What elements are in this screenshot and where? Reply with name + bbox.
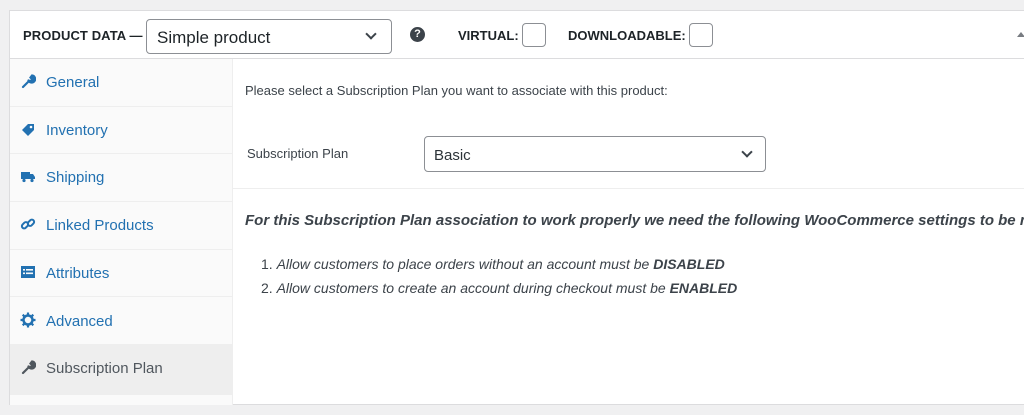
help-icon[interactable]: ?: [410, 27, 425, 42]
subscription-plan-value: Basic: [434, 147, 471, 164]
tab-label: General: [46, 74, 100, 91]
wrench-icon: [21, 74, 36, 89]
link-icon: [20, 218, 36, 230]
tab-label: Linked Products: [46, 217, 154, 235]
virtual-checkbox[interactable]: [522, 23, 546, 47]
tab-label: Inventory: [46, 121, 108, 139]
settings-note: For this Subscription Plan association t…: [245, 212, 1024, 229]
requirement-emphasis: ENABLED: [669, 280, 738, 296]
list-icon: [21, 265, 35, 278]
intro-text: Please select a Subscription Plan you wa…: [245, 83, 668, 98]
tab-inventory[interactable]: Inventory: [10, 107, 232, 155]
product-data-header: PRODUCT DATA — Simple product ? VIRTUAL:…: [10, 11, 1024, 59]
subscription-plan-label: Subscription Plan: [247, 146, 349, 161]
list-item: 2. Allow customers to create an account …: [261, 280, 737, 304]
tab-label: Attributes: [46, 264, 110, 282]
requirement-text: Allow customers to place orders without …: [276, 256, 654, 272]
chevron-down-icon: [365, 28, 377, 40]
tab-attributes[interactable]: Attributes: [10, 250, 232, 298]
list-item: 1. Allow customers to place orders witho…: [261, 256, 737, 280]
requirement-emphasis: DISABLED: [653, 256, 725, 272]
list-number: 2.: [261, 280, 273, 296]
list-number: 1.: [261, 256, 273, 272]
requirements-list: 1. Allow customers to place orders witho…: [261, 256, 737, 304]
tab-general[interactable]: General: [10, 59, 232, 107]
tab-label: Shipping: [46, 169, 105, 187]
chevron-down-icon: [741, 146, 753, 158]
tag-icon: [22, 123, 34, 136]
tab-label: Advanced: [46, 312, 113, 330]
product-data-tabs: General Inventory Shipping Linked Produc…: [10, 59, 233, 405]
downloadable-checkbox[interactable]: [689, 23, 713, 47]
product-data-label: PRODUCT DATA —: [23, 28, 143, 43]
tab-subscription-plan[interactable]: Subscription Plan: [10, 345, 232, 396]
product-type-value: Simple product: [157, 28, 271, 47]
collapse-arrow-icon[interactable]: [1017, 32, 1024, 37]
product-type-select[interactable]: Simple product: [146, 19, 392, 54]
tab-advanced[interactable]: Advanced: [10, 298, 232, 346]
requirement-text: Allow customers to create an account dur…: [276, 280, 670, 296]
divider: [233, 188, 1024, 189]
tab-linked-products[interactable]: Linked Products: [10, 202, 232, 250]
product-data-panel: PRODUCT DATA — Simple product ? VIRTUAL:…: [9, 10, 1024, 405]
downloadable-label: DOWNLOADABLE:: [568, 28, 686, 43]
subscription-plan-content: Please select a Subscription Plan you wa…: [233, 59, 1024, 405]
subscription-plan-select[interactable]: Basic: [424, 136, 766, 172]
truck-icon: [21, 172, 35, 183]
wrench-icon: [21, 360, 36, 375]
virtual-label: VIRTUAL:: [458, 28, 519, 43]
tab-label: Subscription Plan: [46, 360, 163, 378]
gear-icon: [20, 312, 36, 327]
tab-shipping[interactable]: Shipping: [10, 154, 232, 203]
